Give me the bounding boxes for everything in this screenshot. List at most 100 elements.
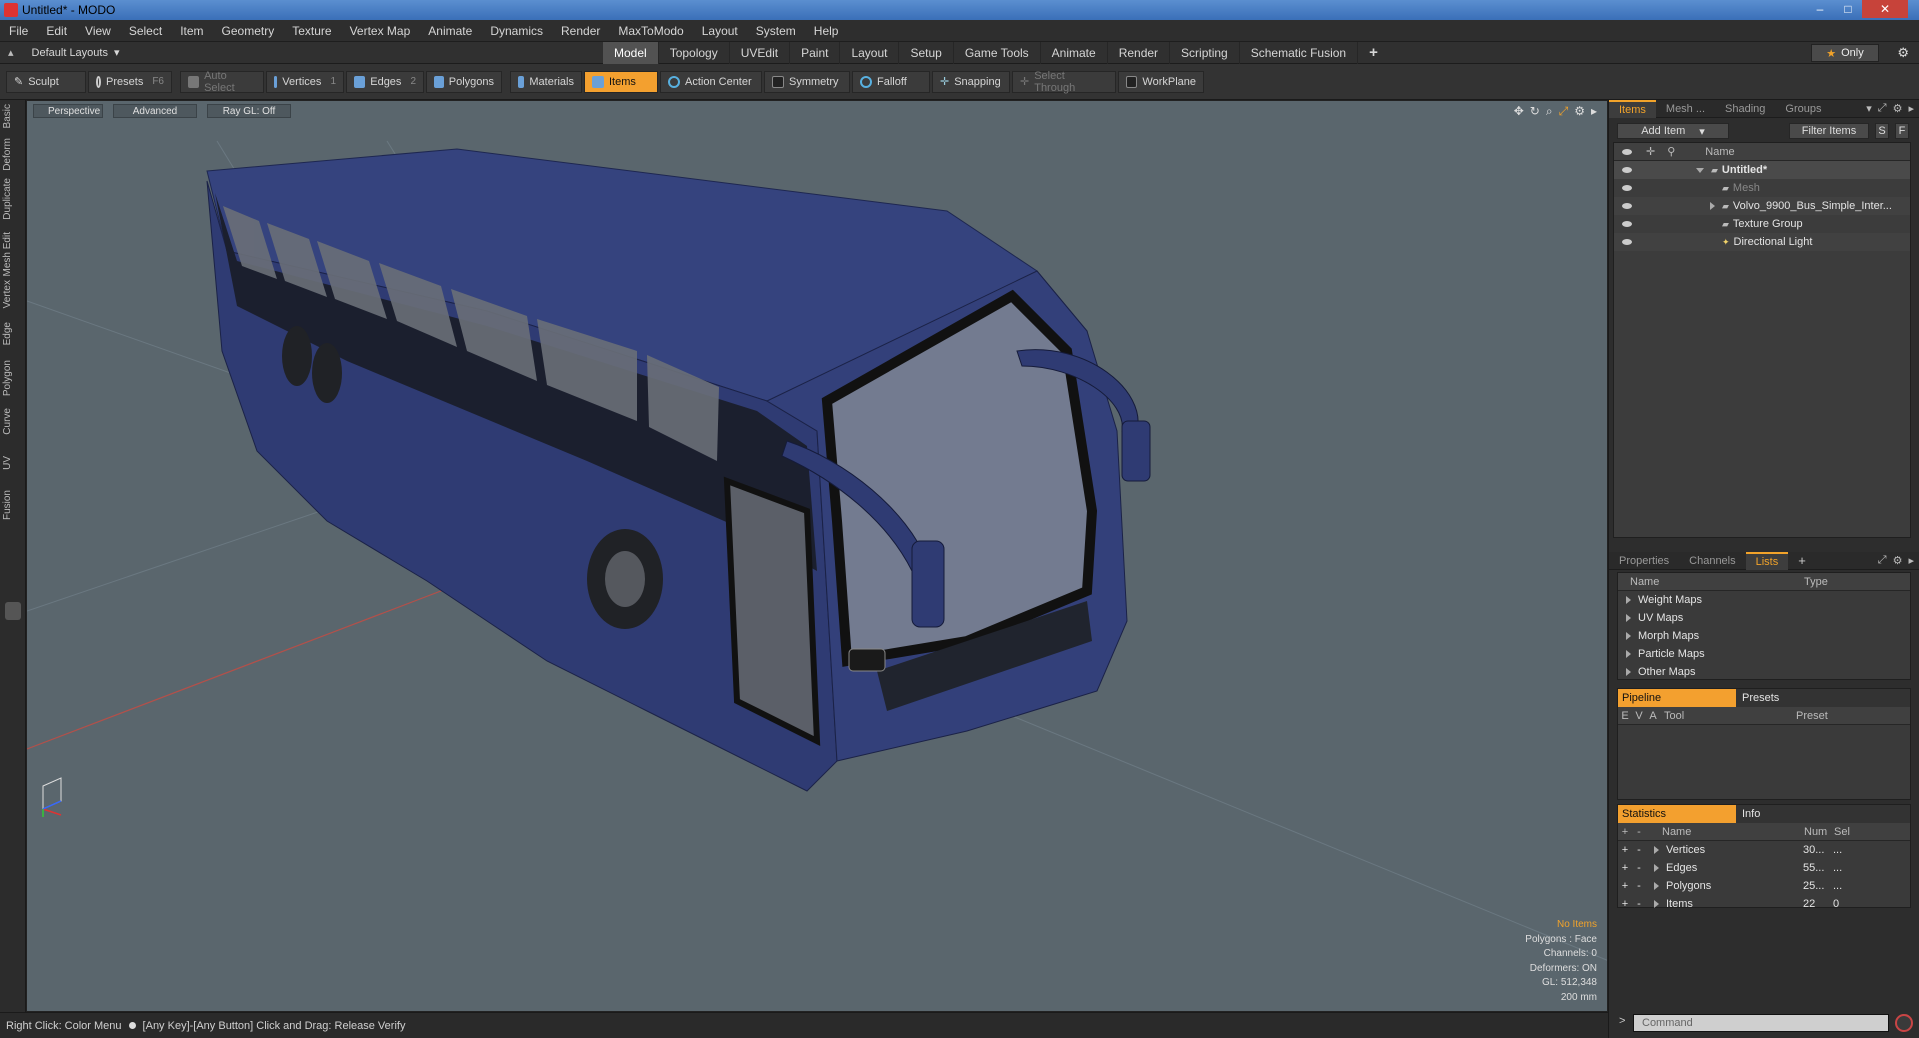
command-history-icon[interactable]	[1895, 1014, 1913, 1032]
list-item[interactable]: UV Maps	[1618, 609, 1910, 627]
items-tab-shading[interactable]: Shading	[1715, 100, 1775, 118]
chevron-down-icon[interactable]: ▾	[1866, 102, 1872, 115]
info-tab[interactable]: Info	[1736, 808, 1760, 820]
items-tab-items[interactable]: Items	[1609, 99, 1656, 118]
tab-paint[interactable]: Paint	[790, 42, 841, 64]
lists-tab-properties[interactable]: Properties	[1609, 552, 1679, 570]
add-stat-button[interactable]: +	[1618, 844, 1632, 856]
panel-menu-icon[interactable]: ▸	[1908, 102, 1914, 115]
panel-toggle-button[interactable]	[5, 602, 21, 620]
expand-icon[interactable]	[1710, 202, 1715, 210]
list-item[interactable]: Weight Maps	[1618, 591, 1910, 609]
left-tab-curve[interactable]: Curve	[2, 404, 24, 439]
expand-icon[interactable]	[1626, 632, 1631, 640]
expand-icon[interactable]	[1654, 900, 1659, 908]
viewport-menu-icon[interactable]: ▸	[1591, 104, 1597, 119]
collapse-icon[interactable]	[1696, 167, 1704, 173]
auto-select-button[interactable]: Auto Select	[180, 70, 264, 94]
menu-system[interactable]: System	[747, 24, 805, 38]
lists-tab-lists[interactable]: Lists	[1745, 551, 1789, 570]
expand-icon[interactable]	[1654, 864, 1659, 872]
add-stat-button[interactable]: +	[1618, 862, 1632, 874]
presets-tab[interactable]: Presets	[1736, 692, 1779, 704]
layout-dropdown[interactable]: ▴ Default Layouts ▾	[8, 46, 120, 60]
select-through-button[interactable]: ✛ Select Through	[1012, 70, 1116, 94]
gear-icon[interactable]: ⚙	[1893, 554, 1903, 567]
left-tab-basic[interactable]: Basic	[2, 100, 24, 132]
expand-icon[interactable]	[1654, 846, 1659, 854]
item-row[interactable]: ▰ Texture Group	[1614, 215, 1910, 233]
f-button[interactable]: F	[1895, 123, 1909, 139]
add-tab-button[interactable]: +	[1358, 42, 1389, 64]
add-stat-button[interactable]: +	[1618, 880, 1632, 892]
minimize-button[interactable]: –	[1806, 0, 1834, 18]
statistics-row[interactable]: + - Items 22 0	[1618, 895, 1910, 913]
snapping-button[interactable]: ✛ Snapping	[932, 70, 1010, 93]
items-tab-mesh[interactable]: Mesh ...	[1656, 100, 1715, 118]
menu-select[interactable]: Select	[120, 24, 171, 38]
rotate-view-icon[interactable]: ↻	[1530, 104, 1540, 119]
tab-setup[interactable]: Setup	[899, 42, 954, 64]
expand-icon[interactable]	[1626, 614, 1631, 622]
tab-layout[interactable]: Layout	[840, 42, 900, 64]
maximize-button[interactable]: □	[1834, 0, 1862, 18]
tab-uvedit[interactable]: UVEdit	[730, 42, 791, 64]
statistics-row[interactable]: + - Polygons 25......	[1618, 877, 1910, 895]
left-tab-deform[interactable]: Deform	[2, 134, 24, 175]
only-button[interactable]: ★ Only	[1811, 44, 1879, 62]
menu-vertex-map[interactable]: Vertex Map	[341, 24, 420, 38]
left-tab-mesh-edit[interactable]: Mesh Edit	[2, 228, 24, 280]
menu-texture[interactable]: Texture	[283, 24, 340, 38]
left-tab-polygon[interactable]: Polygon	[2, 356, 24, 400]
panel-menu-icon[interactable]: ▸	[1908, 554, 1914, 567]
vertices-button[interactable]: Vertices 1	[266, 70, 344, 93]
list-item[interactable]: Morph Maps	[1618, 627, 1910, 645]
menu-maxtomodo[interactable]: MaxToModo	[609, 24, 692, 38]
remove-stat-button[interactable]: -	[1632, 862, 1646, 874]
move-view-icon[interactable]: ✥	[1514, 104, 1524, 119]
tab-game-tools[interactable]: Game Tools	[954, 42, 1041, 64]
gear-icon[interactable]: ⚙	[1897, 45, 1909, 61]
s-button[interactable]: S	[1875, 123, 1889, 139]
tab-animate[interactable]: Animate	[1041, 42, 1108, 64]
workplane-button[interactable]: WorkPlane	[1118, 70, 1204, 93]
visibility-icon[interactable]	[1622, 221, 1632, 227]
close-button[interactable]: ✕	[1862, 0, 1908, 18]
list-item[interactable]: Other Maps	[1618, 663, 1910, 681]
lists-tab-channels[interactable]: Channels	[1679, 552, 1745, 570]
add-stat-button[interactable]: +	[1618, 898, 1632, 910]
tab-topology[interactable]: Topology	[659, 42, 730, 64]
falloff-button[interactable]: Falloff	[852, 70, 930, 93]
statistics-tab[interactable]: Statistics	[1618, 805, 1736, 823]
item-row[interactable]: ✦ Directional Light	[1614, 233, 1910, 251]
zoom-view-icon[interactable]: ⌕	[1546, 104, 1553, 119]
expand-icon[interactable]: ⤢	[1878, 554, 1887, 567]
menu-help[interactable]: Help	[805, 24, 848, 38]
statistics-row[interactable]: + - Edges 55......	[1618, 859, 1910, 877]
visibility-icon[interactable]	[1622, 185, 1632, 191]
remove-stat-button[interactable]: -	[1632, 880, 1646, 892]
expand-icon[interactable]	[1654, 882, 1659, 890]
expand-icon[interactable]	[1626, 596, 1631, 604]
pipeline-tab[interactable]: Pipeline	[1618, 689, 1736, 707]
left-tab-uv[interactable]: UV	[2, 452, 24, 474]
expand-icon[interactable]: ⤢	[1878, 102, 1887, 115]
action-center-button[interactable]: Action Center	[660, 70, 762, 93]
view-mode-dropdown[interactable]: Perspective	[33, 104, 103, 118]
symmetry-button[interactable]: Symmetry	[764, 70, 850, 93]
remove-stat-button[interactable]: -	[1632, 844, 1646, 856]
tab-schematic-fusion[interactable]: Schematic Fusion	[1240, 42, 1359, 64]
tab-scripting[interactable]: Scripting	[1170, 42, 1240, 64]
menu-dynamics[interactable]: Dynamics	[481, 24, 552, 38]
polygons-button[interactable]: Polygons	[426, 70, 502, 93]
visibility-icon[interactable]	[1622, 167, 1632, 173]
shading-dropdown[interactable]: Advanced	[113, 104, 197, 118]
expand-icon[interactable]	[1626, 650, 1631, 658]
statistics-row[interactable]: + - Vertices 30......	[1618, 841, 1910, 859]
left-tab-vertex[interactable]: Vertex	[2, 276, 24, 312]
items-button[interactable]: Items	[584, 70, 658, 93]
menu-render[interactable]: Render	[552, 24, 609, 38]
items-tab-groups[interactable]: Groups	[1775, 100, 1831, 118]
left-tab-duplicate[interactable]: Duplicate	[2, 174, 24, 224]
filter-items-button[interactable]: Filter Items	[1789, 123, 1869, 139]
